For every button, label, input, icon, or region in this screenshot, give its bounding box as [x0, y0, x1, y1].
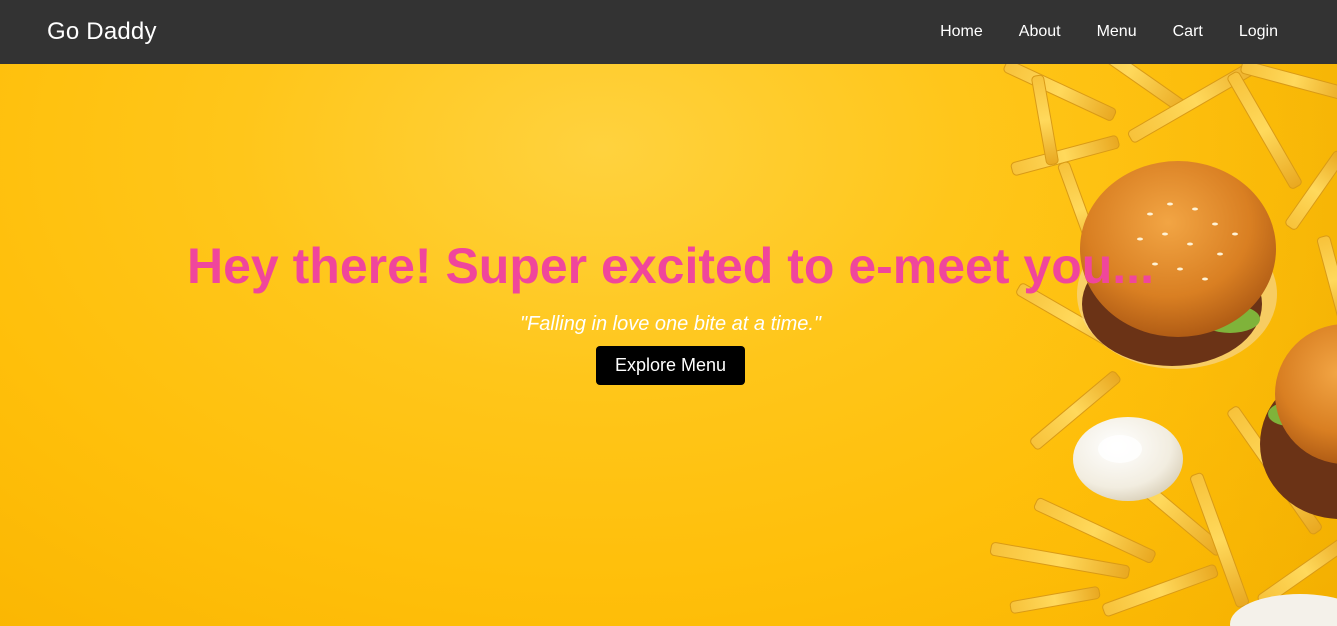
nav-link-menu[interactable]: Menu	[1097, 23, 1137, 41]
nav-link-cart[interactable]: Cart	[1173, 23, 1203, 41]
top-navbar: Go Daddy Home About Menu Cart Login	[0, 0, 1337, 64]
nav-link-home[interactable]: Home	[940, 23, 983, 41]
hero-title: Hey there! Super excited to e-meet you..…	[187, 238, 1154, 294]
hero-content: Hey there! Super excited to e-meet you..…	[0, 64, 1337, 626]
explore-menu-button[interactable]: Explore Menu	[596, 346, 745, 385]
nav-links: Home About Menu Cart Login	[940, 23, 1278, 41]
nav-link-login[interactable]: Login	[1239, 23, 1278, 41]
hero-tagline: "Falling in love one bite at a time."	[519, 313, 822, 335]
nav-link-about[interactable]: About	[1019, 23, 1061, 41]
brand-logo-link[interactable]: Go Daddy	[47, 18, 157, 46]
hero-section: Hey there! Super excited to e-meet you..…	[0, 64, 1337, 626]
